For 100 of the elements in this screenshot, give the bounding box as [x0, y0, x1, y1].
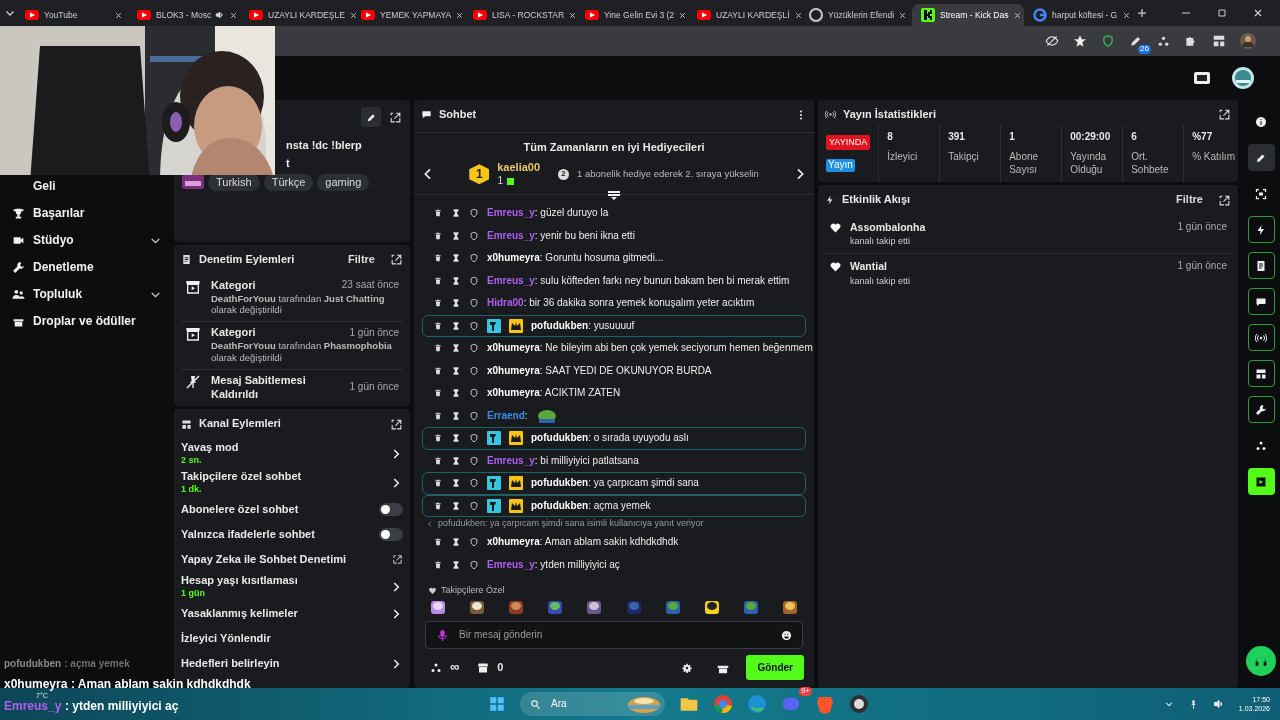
tool-button[interactable] [1247, 216, 1275, 243]
ban-button[interactable] [469, 253, 479, 264]
browser-tab[interactable]: Yine Gelin Evi 3 (2 [576, 4, 688, 26]
message-input[interactable]: Bir mesaj gönderin [457, 627, 773, 643]
ban-button[interactable] [469, 388, 479, 399]
delete-button[interactable] [433, 230, 443, 241]
ban-button[interactable] [469, 230, 479, 241]
timeout-button[interactable] [451, 253, 461, 264]
browser-tab[interactable]: YEMEK YAPMAYA [352, 4, 464, 26]
popout-button[interactable] [390, 253, 403, 267]
nav-item[interactable]: Geli [8, 176, 162, 197]
timeout-button[interactable] [451, 410, 461, 421]
popout-button[interactable] [1218, 193, 1231, 207]
hourglass-icon [451, 410, 461, 421]
timeout-button[interactable] [451, 455, 461, 466]
browser-tab[interactable]: Yüzüklerin Efendi [800, 4, 912, 26]
timeout-button[interactable] [451, 230, 461, 241]
filter-button[interactable]: Filtre [348, 253, 375, 267]
nav-item[interactable]: Stüdyo [8, 230, 162, 251]
support-button[interactable] [1246, 646, 1276, 676]
timeout-button[interactable] [451, 500, 461, 511]
delete-button[interactable] [433, 455, 443, 466]
browser-tab[interactable]: UZAYLI KARDEŞLE [240, 4, 352, 26]
ban-button[interactable] [469, 410, 479, 421]
kicks-value: 0 [497, 660, 504, 675]
search-box[interactable]: Ara [520, 692, 665, 716]
tool-button[interactable] [1247, 288, 1275, 315]
ban-button[interactable] [469, 478, 479, 489]
delete-button[interactable] [433, 433, 443, 444]
tool-button[interactable] [1247, 324, 1275, 351]
settings-button[interactable] [682, 662, 693, 673]
timeout-button[interactable] [451, 537, 461, 548]
ban-button[interactable] [469, 275, 479, 286]
timeout-button[interactable] [451, 388, 461, 399]
timeout-button[interactable] [451, 343, 461, 354]
delete-button[interactable] [433, 365, 443, 376]
timeout-button[interactable] [451, 208, 461, 219]
timeout-button[interactable] [451, 298, 461, 309]
ban-button[interactable] [469, 559, 479, 570]
trophy-icon [12, 207, 25, 220]
delete-button[interactable] [433, 388, 443, 399]
tool-button[interactable] [1247, 252, 1275, 279]
ban-button[interactable] [469, 365, 479, 376]
popout-button[interactable] [389, 110, 402, 124]
delete-button[interactable] [433, 537, 443, 548]
delete-button[interactable] [433, 500, 443, 511]
browser-tab[interactable]: BLOK3 - Mosc [128, 4, 240, 26]
toggle-switch[interactable] [379, 528, 403, 541]
ban-button[interactable] [469, 343, 479, 354]
send-button[interactable]: Gönder [746, 655, 804, 680]
taskbar-app[interactable] [849, 694, 869, 714]
timeout-button[interactable] [451, 559, 461, 570]
tool-button[interactable] [1247, 144, 1275, 171]
browser-tab[interactable]: harput köftesi - G [1024, 4, 1136, 26]
timeout-button[interactable] [451, 433, 461, 444]
ban-button[interactable] [469, 298, 479, 309]
start-button[interactable] [488, 695, 506, 713]
browser-tab[interactable]: LISA - ROCKSTAR [464, 4, 576, 26]
tool-button[interactable] [1247, 468, 1275, 495]
browser-tab[interactable]: UZAYLI KARDEŞLİ [688, 4, 800, 26]
external-link-button[interactable] [392, 554, 403, 565]
tag-chip[interactable]: gaming [317, 173, 370, 192]
browser-tab[interactable]: Stream - Kick Das [912, 4, 1024, 26]
delete-button[interactable] [433, 320, 443, 331]
overlay-message: Emreus_y : ytden milliyiyici aç [4, 700, 179, 714]
ban-button[interactable] [469, 455, 479, 466]
timeout-button[interactable] [451, 320, 461, 331]
popout-button[interactable] [390, 417, 403, 431]
delete-button[interactable] [433, 253, 443, 264]
ban-button[interactable] [469, 433, 479, 444]
delete-button[interactable] [433, 559, 443, 570]
timeout-button[interactable] [451, 478, 461, 489]
tool-button[interactable] [1247, 360, 1275, 387]
ban-button[interactable] [469, 208, 479, 219]
timeout-button[interactable] [451, 365, 461, 376]
filter-button[interactable]: Filtre [1176, 193, 1203, 207]
setting-value: 1 gün [181, 587, 206, 599]
tag-chip[interactable]: Türkçe [263, 173, 314, 192]
delete-button[interactable] [433, 343, 443, 354]
delete-button[interactable] [433, 208, 443, 219]
toggle-switch[interactable] [379, 503, 403, 516]
delete-button[interactable] [433, 410, 443, 421]
nav-item[interactable]: Droplar ve ödüller [8, 311, 162, 332]
delete-button[interactable] [433, 275, 443, 286]
ban-button[interactable] [469, 500, 479, 511]
browser-tab[interactable]: YouTube [16, 4, 128, 26]
message-field[interactable]: Bir mesaj gönderin [425, 621, 803, 649]
settings-icon [682, 662, 693, 673]
delete-button[interactable] [433, 478, 443, 489]
delete-button[interactable] [433, 298, 443, 309]
nav-item[interactable]: Topluluk [8, 284, 162, 305]
search-field[interactable]: Ara [549, 696, 619, 712]
nav-item[interactable]: Denetleme [8, 257, 162, 278]
popout-button[interactable] [1218, 108, 1231, 122]
ban-button[interactable] [469, 537, 479, 548]
ban-button[interactable] [469, 320, 479, 331]
tool-button[interactable] [1247, 396, 1275, 423]
timeout-button[interactable] [451, 275, 461, 286]
edit-button[interactable] [361, 107, 381, 127]
nav-item[interactable]: Başarılar [8, 203, 162, 224]
